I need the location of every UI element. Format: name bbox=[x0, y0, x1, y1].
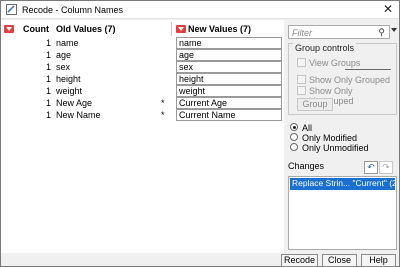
new-value-field[interactable] bbox=[176, 73, 282, 85]
new-value-field[interactable] bbox=[176, 97, 282, 109]
changes-label: Changes bbox=[288, 161, 325, 171]
redo-icon[interactable]: ↷ bbox=[379, 161, 393, 174]
old-value: New Age bbox=[56, 98, 93, 108]
list-item[interactable]: Replace Strin... "Current" (2) bbox=[290, 178, 395, 190]
table-row: 1 weight bbox=[1, 85, 284, 97]
new-values-column-header: New Values (7) bbox=[188, 24, 252, 34]
column-divider bbox=[171, 22, 172, 36]
only-unmodified-label: Only Unmodified bbox=[302, 143, 369, 153]
new-values-menu-triangle-icon[interactable] bbox=[176, 25, 186, 33]
old-value: age bbox=[56, 50, 72, 60]
window-title: Recode - Column Names bbox=[22, 5, 124, 15]
new-value-field[interactable] bbox=[176, 85, 282, 97]
row-count: 1 bbox=[45, 50, 51, 60]
row-count: 1 bbox=[45, 74, 51, 84]
new-value-field[interactable] bbox=[176, 37, 282, 49]
row-count: 1 bbox=[45, 98, 51, 108]
only-modified-radio[interactable] bbox=[290, 133, 298, 141]
table-row: 1 height bbox=[1, 73, 284, 85]
group-controls-title: Group controls bbox=[293, 43, 357, 53]
group-divider bbox=[345, 69, 391, 70]
filter-options-chevron-down-icon[interactable] bbox=[391, 28, 397, 32]
recode-app-icon bbox=[6, 4, 17, 15]
close-button[interactable]: Close bbox=[322, 254, 357, 267]
close-icon[interactable]: ✕ bbox=[383, 2, 393, 16]
old-values-column-header: Old Values (7) bbox=[56, 24, 116, 34]
recode-table: Count Old Values (7) New Values (7) 1 na… bbox=[1, 20, 284, 253]
filter-placeholder: Filter bbox=[292, 28, 312, 38]
changed-marker: * bbox=[161, 98, 165, 108]
old-value: weight bbox=[56, 86, 83, 96]
changed-marker: * bbox=[161, 110, 165, 120]
show-only-ungrouped-checkbox[interactable] bbox=[297, 86, 306, 95]
only-modified-label: Only Modified bbox=[302, 133, 358, 143]
undo-icon[interactable]: ↶ bbox=[364, 161, 378, 174]
all-label: All bbox=[302, 123, 313, 133]
help-button[interactable]: Help bbox=[361, 254, 396, 267]
search-icon[interactable]: ⚲ bbox=[378, 27, 385, 38]
view-groups-label: View Groups bbox=[309, 58, 361, 68]
row-count: 1 bbox=[45, 62, 51, 72]
view-groups-checkbox[interactable] bbox=[297, 58, 306, 67]
row-count: 1 bbox=[45, 38, 51, 48]
table-row: 1 New Name * bbox=[1, 109, 284, 121]
count-column-header: Count bbox=[23, 24, 49, 34]
table-row: 1 New Age * bbox=[1, 97, 284, 109]
new-value-field[interactable] bbox=[176, 109, 282, 121]
table-row: 1 name bbox=[1, 37, 284, 49]
title-bar: Recode - Column Names ✕ bbox=[1, 1, 399, 19]
group-button[interactable]: Group bbox=[297, 98, 333, 111]
table-menu-triangle-icon[interactable] bbox=[4, 25, 14, 33]
filter-input[interactable]: Filter ⚲ bbox=[288, 25, 390, 39]
changes-list: Replace Strin... "Current" (2) bbox=[288, 176, 397, 250]
new-value-field[interactable] bbox=[176, 49, 282, 61]
only-unmodified-radio[interactable] bbox=[290, 143, 298, 151]
recode-button[interactable]: Recode bbox=[281, 254, 318, 267]
table-row: 1 sex bbox=[1, 61, 284, 73]
row-count: 1 bbox=[45, 110, 51, 120]
show-only-grouped-label: Show Only Grouped bbox=[309, 75, 391, 85]
new-value-field[interactable] bbox=[176, 61, 282, 73]
recode-dialog: Recode - Column Names ✕ Count Old Values… bbox=[0, 0, 400, 267]
table-row: 1 age bbox=[1, 49, 284, 61]
row-count: 1 bbox=[45, 86, 51, 96]
old-value: New Name bbox=[56, 110, 101, 120]
all-radio[interactable] bbox=[290, 123, 298, 131]
old-value: height bbox=[56, 74, 81, 84]
old-value: sex bbox=[56, 62, 71, 72]
old-value: name bbox=[56, 38, 79, 48]
show-only-grouped-checkbox[interactable] bbox=[297, 75, 306, 84]
